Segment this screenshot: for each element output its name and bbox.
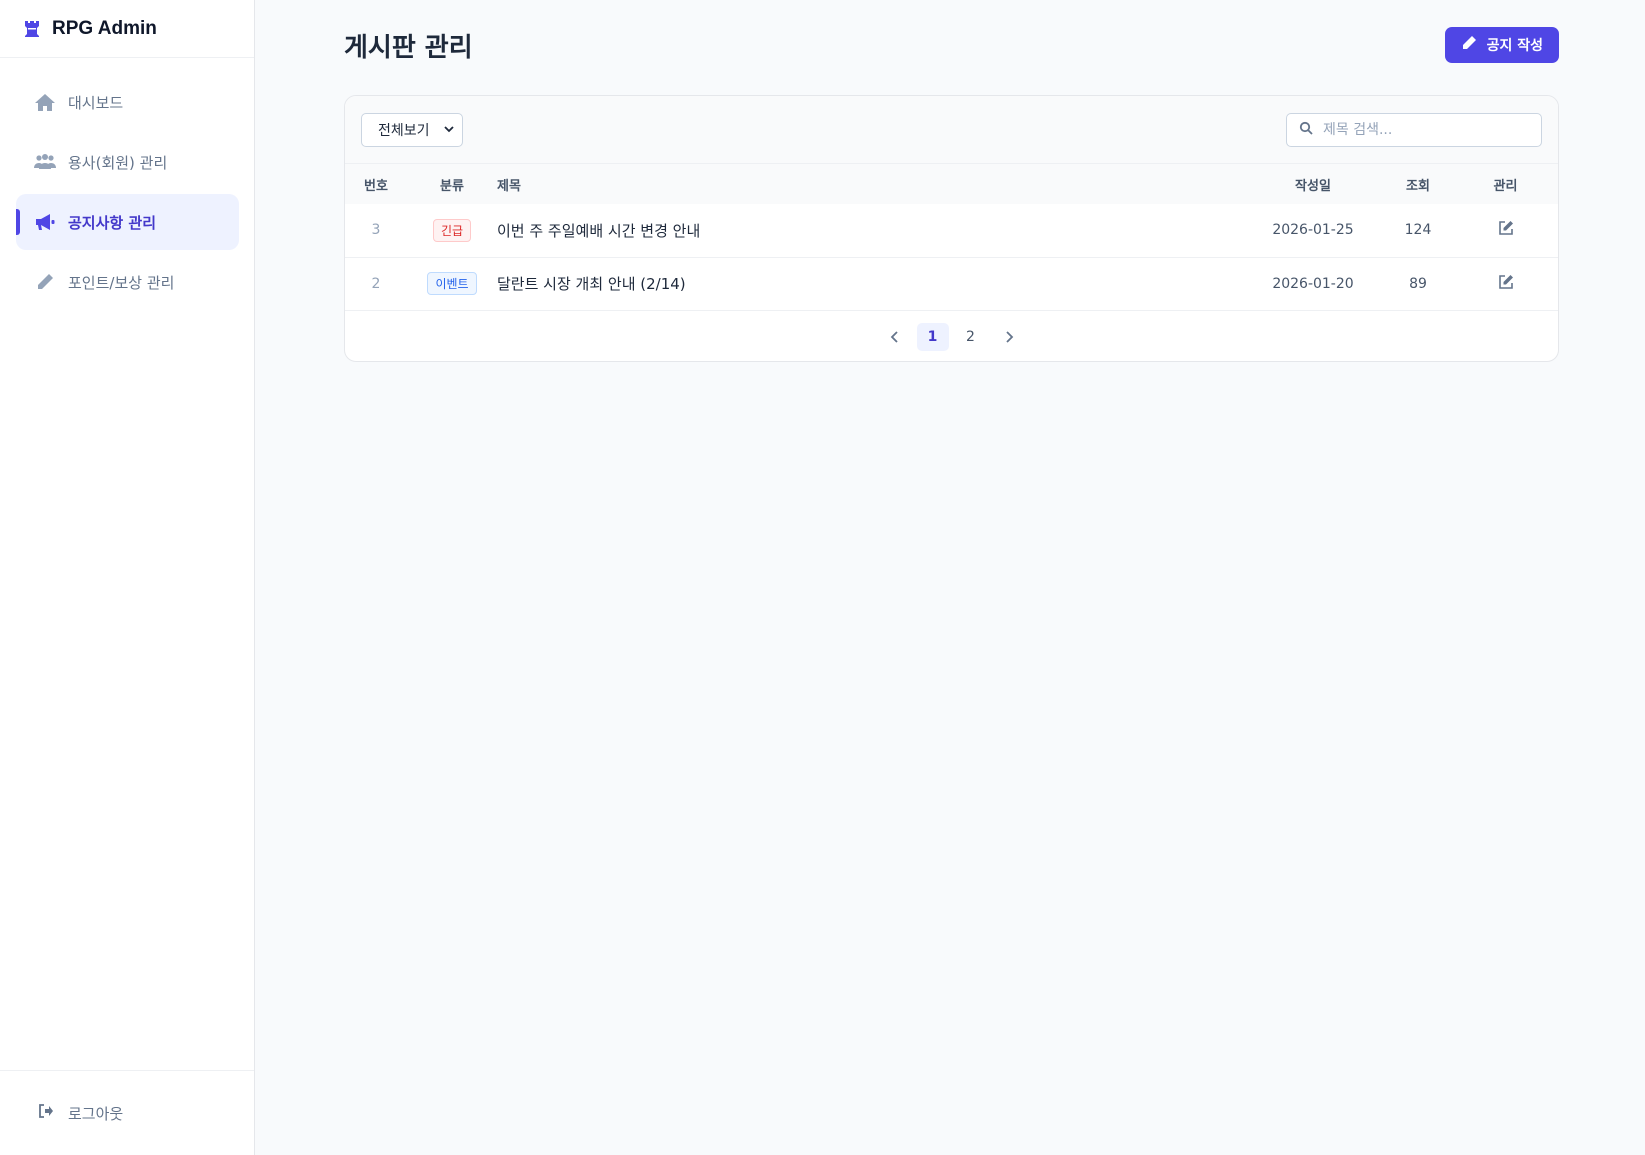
sidebar-nav: 대시보드 용사(회원) 관리 공지사항 관리 포인트/보상 관리	[16, 74, 239, 314]
home-icon	[34, 92, 56, 112]
row-number: 2	[371, 275, 381, 292]
brand-name: RPG Admin	[52, 17, 157, 39]
column-header-category: 분류	[440, 178, 464, 194]
row-title-link[interactable]: 달란트 시장 개최 안내 (2/14)	[497, 257, 1243, 310]
search-icon	[1299, 120, 1313, 139]
write-notice-button[interactable]: 공지 작성	[1444, 27, 1559, 63]
sidebar-item-label: 공지사항 관리	[68, 213, 157, 232]
row-manage	[1453, 257, 1558, 310]
board-toolbar: 전체보기	[345, 96, 1558, 164]
logout-button[interactable]: 로그아웃	[0, 1070, 254, 1155]
row-views: 124	[1404, 222, 1432, 239]
edit-icon[interactable]	[1497, 273, 1515, 291]
row-manage	[1453, 204, 1558, 257]
category-filter-select[interactable]: 전체보기	[361, 112, 463, 147]
sidebar-item-points[interactable]: 포인트/보상 관리	[16, 254, 239, 310]
previous-page-button[interactable]	[879, 323, 911, 351]
sidebar-item-label: 대시보드	[68, 93, 124, 112]
pencil-icon	[34, 272, 56, 292]
row-date: 2026-01-25	[1272, 222, 1354, 239]
sidebar: RPG Admin 대시보드 용사(회원) 관리 공지사항 관리 포인트/보상 …	[0, 0, 255, 1155]
logout-label: 로그아웃	[68, 1104, 124, 1123]
search-input[interactable]	[1323, 121, 1523, 138]
pagination: 1 2	[345, 311, 1558, 362]
megaphone-icon	[34, 212, 56, 232]
edit-icon[interactable]	[1497, 219, 1515, 237]
sidebar-item-users[interactable]: 용사(회원) 관리	[16, 134, 239, 190]
table-row[interactable]: 3 긴급 이번 주 주일예배 시간 변경 안내 2026-01-25 124	[345, 204, 1558, 257]
notice-table: 번호 분류 제목 작성일 조회 관리 3 긴급 이번 주 주일예배 시간 변경 …	[345, 164, 1558, 311]
sidebar-item-notices[interactable]: 공지사항 관리	[16, 194, 239, 250]
column-header-views: 조회	[1406, 178, 1430, 194]
column-header-number: 번호	[364, 178, 388, 194]
chevron-right-icon	[1005, 331, 1013, 343]
sidebar-item-label: 포인트/보상 관리	[68, 273, 175, 292]
column-header-title: 제목	[497, 178, 521, 194]
category-badge-event: 이벤트	[427, 272, 477, 295]
row-category: 긴급	[407, 204, 497, 257]
write-notice-label: 공지 작성	[1486, 38, 1543, 54]
table-row[interactable]: 2 이벤트 달란트 시장 개최 안내 (2/14) 2026-01-20 89	[345, 257, 1558, 310]
logout-icon	[38, 1103, 54, 1123]
row-category: 이벤트	[407, 257, 497, 310]
notice-board-card: 전체보기 번호 분류 제목 작성일	[344, 95, 1559, 362]
sidebar-item-dashboard[interactable]: 대시보드	[16, 74, 239, 130]
search-box	[1286, 112, 1542, 147]
brand[interactable]: RPG Admin	[0, 0, 254, 58]
main-content: 게시판 관리 공지 작성 전체보기 제목 검색... 번호 분류 제목 작성일 …	[256, 0, 1645, 1155]
sidebar-item-label: 용사(회원) 관리	[68, 153, 168, 172]
row-number: 3	[371, 222, 381, 239]
row-date: 2026-01-20	[1272, 275, 1354, 292]
chevron-down-icon	[444, 122, 454, 138]
rook-icon	[22, 19, 42, 39]
chevron-left-icon	[890, 331, 898, 343]
page-button-1[interactable]: 1	[916, 323, 949, 351]
page-button-2[interactable]: 2	[955, 323, 987, 351]
row-views: 89	[1409, 275, 1427, 292]
page-title: 게시판 관리	[344, 32, 473, 63]
table-header-row: 번호 분류 제목 작성일 조회 관리	[345, 164, 1558, 204]
pencil-icon	[1461, 35, 1477, 55]
page-header: 게시판 관리 공지 작성	[344, 26, 1559, 64]
column-header-manage: 관리	[1493, 178, 1518, 194]
category-filter-value: 전체보기	[378, 122, 430, 139]
column-header-date: 작성일	[1295, 178, 1331, 194]
row-title-link[interactable]: 이번 주 주일예배 시간 변경 안내	[497, 204, 1243, 257]
users-icon	[34, 152, 56, 172]
next-page-button[interactable]	[993, 323, 1025, 351]
category-badge-urgent: 긴급	[432, 218, 472, 242]
